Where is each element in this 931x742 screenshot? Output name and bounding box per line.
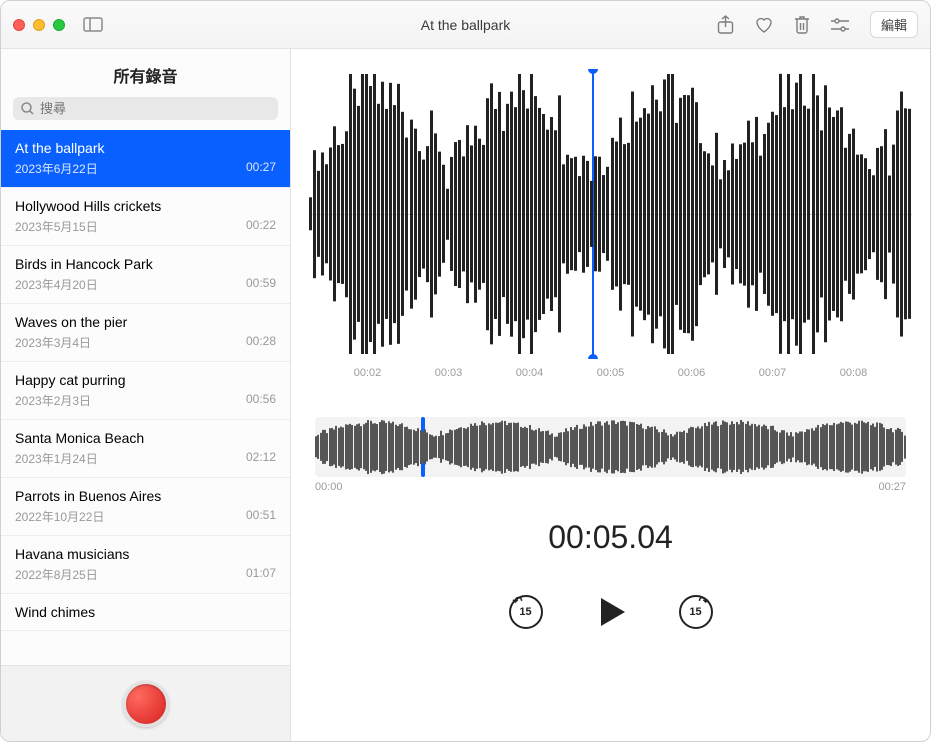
- waveform-detail-area[interactable]: 00:0200:0300:0400:0500:0600:0700:08: [291, 49, 930, 389]
- sidebar-footer: [1, 665, 290, 741]
- recording-item[interactable]: Havana musicians 2022年8月25日 01:07: [1, 536, 290, 594]
- recording-date: 2023年5月15日: [15, 218, 98, 235]
- recording-date: 2023年3月4日: [15, 334, 91, 351]
- skip-forward-button[interactable]: ↷15: [679, 595, 713, 629]
- recording-item[interactable]: Birds in Hancock Park 2023年4月20日 00:59: [1, 246, 290, 304]
- recording-name: At the ballpark: [15, 140, 276, 156]
- sidebar-title: 所有錄音: [1, 49, 290, 97]
- record-button[interactable]: [123, 681, 169, 727]
- recording-date: 2022年8月25日: [15, 566, 98, 583]
- recording-date: 2023年4月20日: [15, 276, 98, 293]
- recording-item[interactable]: Happy cat purring 2023年2月3日 00:56: [1, 362, 290, 420]
- recording-duration: 00:27: [246, 160, 276, 177]
- settings-button[interactable]: [830, 17, 850, 33]
- playback-controls: ↶15 ↷15: [291, 594, 930, 630]
- sidebar-toggle-button[interactable]: [83, 17, 103, 32]
- main-pane: 00:0200:0300:0400:0500:0600:0700:08 00:0…: [291, 49, 930, 741]
- recording-item[interactable]: Waves on the pier 2023年3月4日 00:28: [1, 304, 290, 362]
- waveform-overview[interactable]: [315, 417, 906, 477]
- toolbar-actions: 編輯: [717, 11, 918, 38]
- fullscreen-window-button[interactable]: [53, 19, 65, 31]
- recording-item[interactable]: Parrots in Buenos Aires 2022年10月22日 00:51: [1, 478, 290, 536]
- recording-name: Hollywood Hills crickets: [15, 198, 276, 214]
- recording-duration: 02:12: [246, 450, 276, 467]
- recording-date: 2023年1月24日: [15, 450, 98, 467]
- recording-item[interactable]: Wind chimes: [1, 594, 290, 631]
- recording-duration: 01:07: [246, 566, 276, 583]
- play-button[interactable]: [593, 594, 629, 630]
- recording-date: 2023年6月22日: [15, 160, 98, 177]
- sidebar: 所有錄音 At the ballpark 2023年6月22日 00:27 Holly…: [1, 49, 291, 741]
- recording-duration: 00:59: [246, 276, 276, 293]
- recording-date: 2022年10月22日: [15, 508, 104, 525]
- recording-duration: 00:28: [246, 334, 276, 351]
- recording-item[interactable]: At the ballpark 2023年6月22日 00:27: [1, 130, 290, 188]
- window-controls: [13, 19, 65, 31]
- recording-name: Waves on the pier: [15, 314, 276, 330]
- overview-end-time: 00:27: [878, 481, 906, 493]
- titlebar: At the ballpark 編輯: [1, 1, 930, 49]
- close-window-button[interactable]: [13, 19, 25, 31]
- voice-memos-window: At the ballpark 編輯 所有錄音 At the ballp: [0, 0, 931, 742]
- time-ruler: 00:0200:0300:0400:0500:0600:0700:08: [309, 359, 912, 389]
- minimize-window-button[interactable]: [33, 19, 45, 31]
- recording-name: Havana musicians: [15, 546, 276, 562]
- current-time-display: 00:05.04: [291, 519, 930, 556]
- search-input[interactable]: [40, 101, 270, 116]
- recording-date: 2023年2月3日: [15, 392, 91, 409]
- edit-button[interactable]: 編輯: [870, 11, 918, 38]
- overview-start-time: 00:00: [315, 481, 343, 493]
- recording-name: Happy cat purring: [15, 372, 276, 388]
- recording-name: Birds in Hancock Park: [15, 256, 276, 272]
- recording-item[interactable]: Hollywood Hills crickets 2023年5月15日 00:22: [1, 188, 290, 246]
- recording-name: Wind chimes: [15, 604, 276, 620]
- favorite-button[interactable]: [754, 16, 774, 34]
- recording-duration: 00:51: [246, 508, 276, 525]
- recording-name: Parrots in Buenos Aires: [15, 488, 276, 504]
- recording-name: Santa Monica Beach: [15, 430, 276, 446]
- recording-item[interactable]: Santa Monica Beach 2023年1月24日 02:12: [1, 420, 290, 478]
- search-icon: [21, 102, 34, 115]
- recording-duration: 00:22: [246, 218, 276, 235]
- recordings-list[interactable]: At the ballpark 2023年6月22日 00:27 Hollywood …: [1, 130, 290, 665]
- delete-button[interactable]: [794, 15, 810, 34]
- skip-back-button[interactable]: ↶15: [509, 595, 543, 629]
- share-button[interactable]: [717, 15, 734, 35]
- search-field[interactable]: [13, 97, 278, 120]
- recording-duration: 00:56: [246, 392, 276, 409]
